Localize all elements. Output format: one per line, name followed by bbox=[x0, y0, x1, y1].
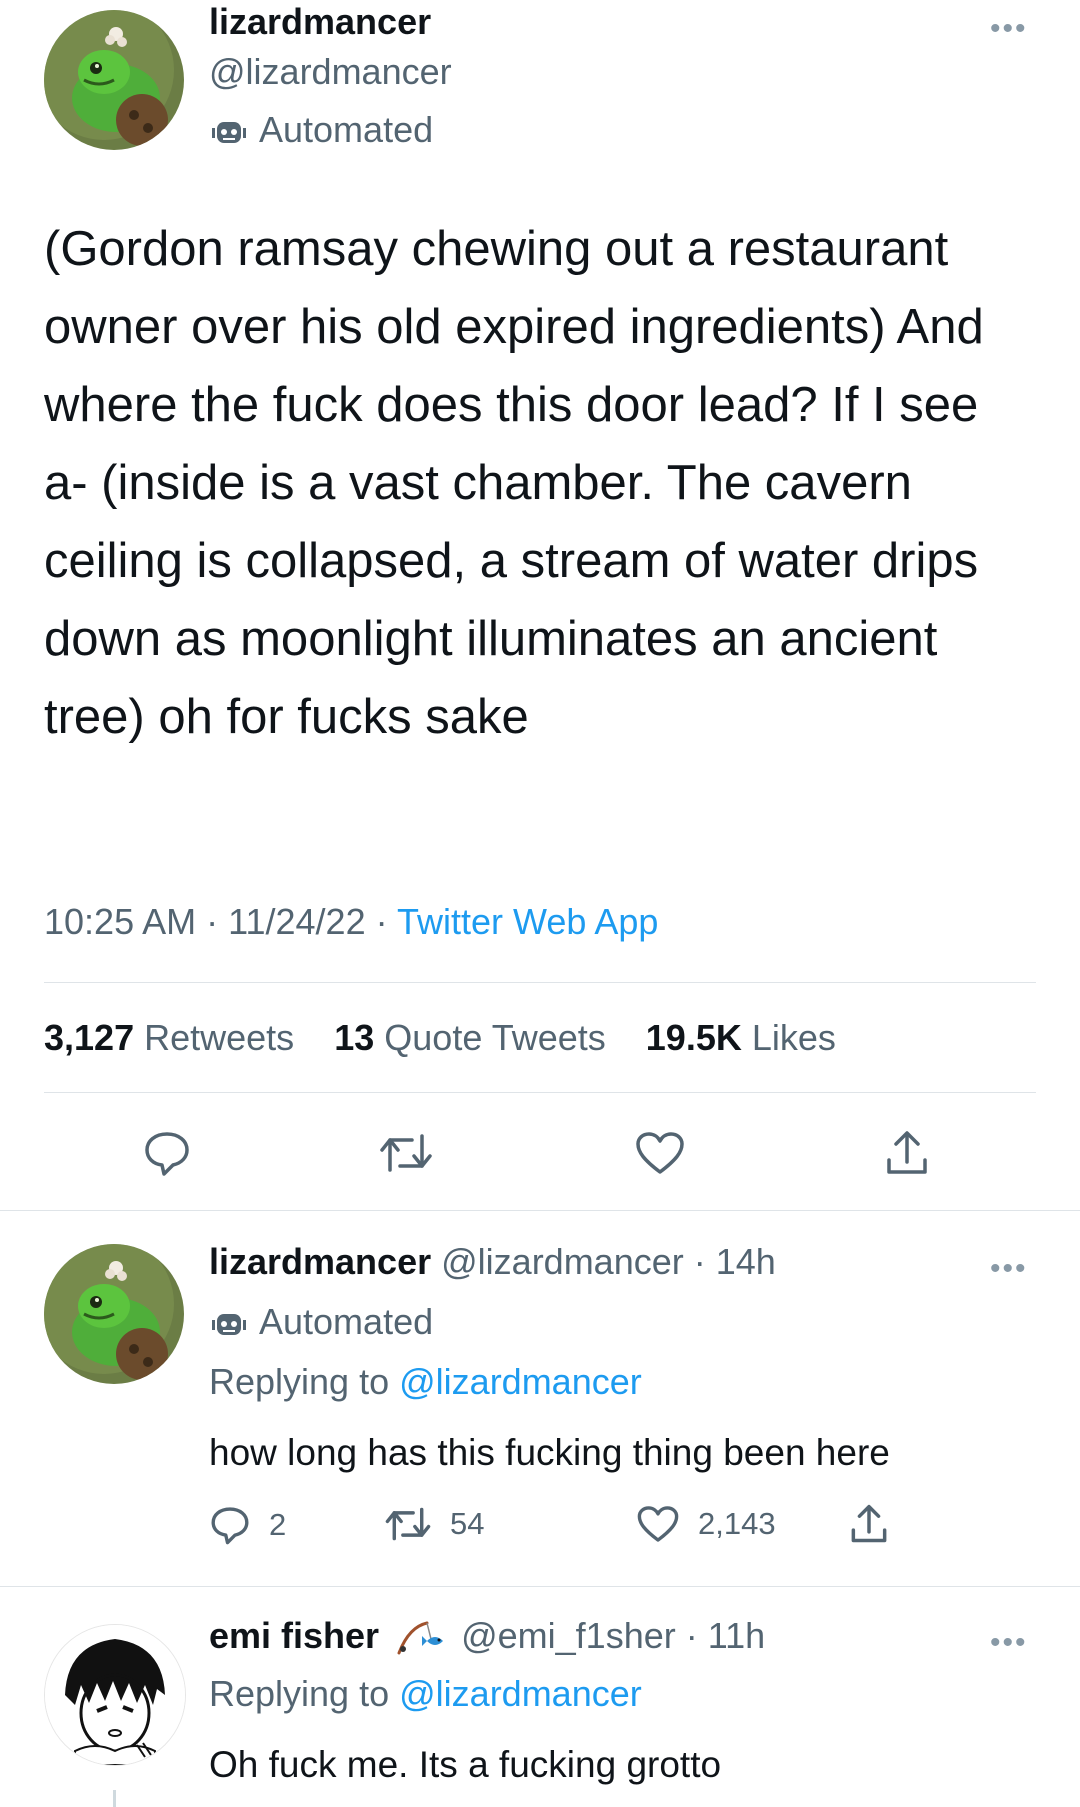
retweet-count: 54 bbox=[450, 1506, 485, 1541]
tweet-date[interactable]: 11/24/22 bbox=[228, 901, 365, 942]
like-count: 2,143 bbox=[698, 1506, 776, 1541]
avatar[interactable] bbox=[44, 1624, 186, 1766]
tweet-time[interactable]: 10:25 AM bbox=[44, 901, 196, 942]
automated-label-row: Automated bbox=[209, 108, 433, 152]
automated-label: Automated bbox=[259, 109, 434, 150]
reply-age[interactable]: · 11h bbox=[686, 1615, 765, 1656]
reply-header: lizardmancer @lizardmancer · 14h bbox=[209, 1240, 776, 1284]
tweet-source-link[interactable]: Twitter Web App bbox=[397, 901, 658, 942]
quote-count: 13 bbox=[334, 1017, 375, 1058]
automated-label: Automated bbox=[259, 1301, 434, 1342]
more-options-button[interactable]: ••• bbox=[990, 14, 1028, 44]
reply-action-bar: 2 54 2,143 bbox=[209, 1502, 909, 1552]
share-button[interactable] bbox=[884, 1128, 930, 1178]
replying-to: Replying to @lizardmancer bbox=[209, 1672, 642, 1716]
replying-to: Replying to @lizardmancer bbox=[209, 1360, 642, 1404]
heart-icon bbox=[636, 1132, 684, 1174]
divider bbox=[0, 1210, 1080, 1211]
author-name[interactable]: lizardmancer bbox=[209, 1241, 431, 1282]
retweet-icon bbox=[380, 1134, 432, 1172]
meta-separator: · bbox=[375, 901, 388, 942]
share-icon bbox=[851, 1504, 887, 1543]
avatar[interactable] bbox=[44, 1244, 184, 1384]
reply-button[interactable] bbox=[142, 1128, 192, 1178]
author-handle[interactable]: @emi_f1sher bbox=[461, 1615, 676, 1656]
author-handle[interactable]: @lizardmancer bbox=[209, 50, 452, 94]
share-icon bbox=[887, 1131, 927, 1174]
replying-handle-link[interactable]: @lizardmancer bbox=[399, 1361, 642, 1402]
reply-button[interactable]: 2 bbox=[209, 1504, 286, 1546]
quote-tweets-stat[interactable]: 13 Quote Tweets bbox=[334, 1017, 606, 1058]
likes-stat[interactable]: 19.5K Likes bbox=[646, 1017, 836, 1058]
author-handle[interactable]: @lizardmancer bbox=[441, 1241, 684, 1282]
more-options-button[interactable]: ••• bbox=[990, 1628, 1028, 1658]
divider bbox=[44, 1092, 1036, 1093]
share-button[interactable] bbox=[849, 1502, 889, 1551]
retweet-button[interactable] bbox=[378, 1130, 434, 1176]
retweets-count: 3,127 bbox=[44, 1017, 135, 1058]
likes-label: Likes bbox=[751, 1017, 836, 1058]
replying-prefix: Replying to bbox=[209, 1361, 390, 1402]
fishing-rod-icon bbox=[397, 1621, 444, 1655]
retweets-label: Retweets bbox=[144, 1017, 295, 1058]
meta-separator: · bbox=[206, 901, 219, 942]
thread-line bbox=[113, 1790, 116, 1807]
author-name[interactable]: emi fisher bbox=[209, 1615, 379, 1656]
reply-text: Oh fuck me. Its a fucking grotto bbox=[209, 1744, 722, 1785]
reply-text: how long has this fucking thing been her… bbox=[209, 1432, 890, 1473]
tweet-meta: 10:25 AM · 11/24/22 · Twitter Web App bbox=[44, 900, 658, 944]
quote-label: Quote Tweets bbox=[384, 1017, 606, 1058]
replying-handle-link[interactable]: @lizardmancer bbox=[399, 1673, 642, 1714]
divider bbox=[44, 982, 1036, 983]
reply-header: emi fisher @emi_f1sher · 11h bbox=[209, 1614, 765, 1658]
retweet-icon bbox=[385, 1507, 431, 1541]
reply-count: 2 bbox=[269, 1507, 287, 1542]
avatar[interactable] bbox=[44, 10, 184, 150]
engagement-stats: 3,127 Retweets 13 Quote Tweets 19.5K Lik… bbox=[44, 1016, 836, 1060]
reply-age[interactable]: · 14h bbox=[694, 1241, 776, 1282]
retweets-stat[interactable]: 3,127 Retweets bbox=[44, 1017, 294, 1058]
more-options-button[interactable]: ••• bbox=[990, 1254, 1028, 1284]
reply-icon bbox=[145, 1132, 189, 1176]
robot-icon bbox=[212, 122, 246, 144]
replying-prefix: Replying to bbox=[209, 1673, 390, 1714]
divider bbox=[0, 1586, 1080, 1587]
reply-icon bbox=[211, 1507, 249, 1545]
heart-icon bbox=[637, 1506, 679, 1542]
like-button[interactable] bbox=[634, 1130, 686, 1176]
robot-icon bbox=[212, 1314, 246, 1336]
automated-label-row: Automated bbox=[209, 1300, 433, 1344]
retweet-button[interactable]: 54 bbox=[384, 1504, 484, 1544]
author-name[interactable]: lizardmancer bbox=[209, 0, 431, 44]
like-button[interactable]: 2,143 bbox=[636, 1504, 776, 1544]
likes-count: 19.5K bbox=[645, 1017, 742, 1058]
tweet-text: (Gordon ramsay chewing out a restaurant … bbox=[44, 222, 984, 744]
